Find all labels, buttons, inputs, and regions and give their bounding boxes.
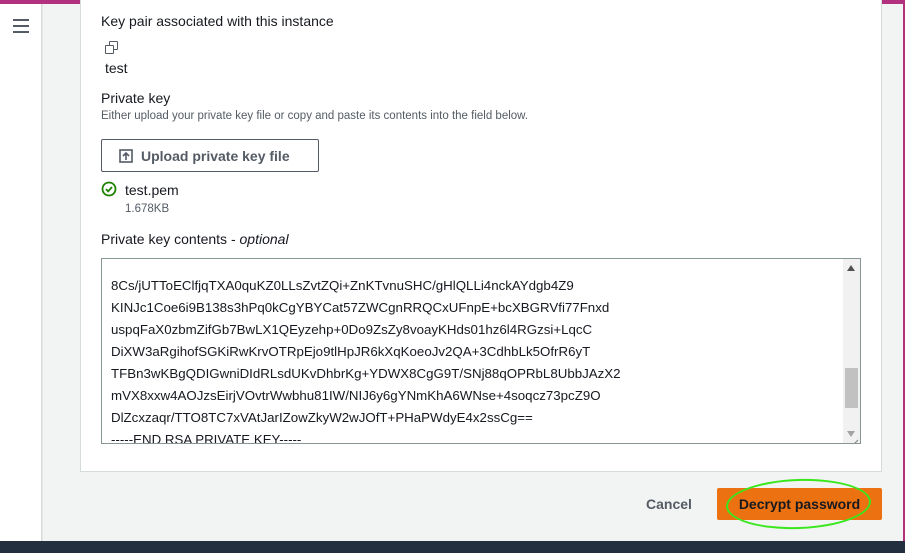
textarea-line: TFBn3wKBgQDIGwniDIdRLsdUKvDhbrKg+YDWX8Cg… — [111, 366, 621, 381]
contents-label-text: Private key contents - — [101, 231, 236, 247]
decrypt-password-button[interactable]: Decrypt password — [717, 488, 882, 520]
scroll-up-arrow-icon[interactable] — [847, 265, 855, 271]
footer-bar — [0, 541, 905, 553]
textarea-content: 8Cs/jUTToEClfjqTXA0quKZ0LLsZvtZQi+ZnKTvn… — [111, 259, 840, 444]
textarea-line: mVX8xxw4AOJzsEirjVOvtrWwbhu81IW/NIJ6y6gY… — [111, 388, 601, 403]
textarea-scrollbar[interactable] — [843, 259, 860, 443]
key-pair-label: Key pair associated with this instance — [101, 13, 334, 29]
menu-icon[interactable] — [13, 19, 29, 33]
main-content: Key pair associated with this instance t… — [43, 0, 903, 541]
private-key-contents-label: Private key contents - optional — [101, 231, 289, 247]
copy-icon[interactable] — [105, 41, 119, 55]
uploaded-file-name: test.pem — [125, 182, 179, 198]
upload-private-key-button[interactable]: Upload private key file — [101, 139, 319, 172]
side-navigation-rail — [0, 4, 42, 541]
resize-grip-icon[interactable] — [851, 434, 859, 443]
check-circle-icon — [101, 181, 117, 197]
optional-tag: optional — [239, 231, 289, 247]
private-key-contents-textarea[interactable]: 8Cs/jUTToEClfjqTXA0quKZ0LLsZvtZQi+ZnKTvn… — [101, 258, 861, 444]
textarea-line: DlZcxzaqr/TTO8TC7xVAtJarIZowZkyW2wJOfT+P… — [111, 410, 533, 425]
scroll-thumb[interactable] — [845, 368, 858, 408]
textarea-line: -----END RSA PRIVATE KEY----- — [111, 432, 302, 444]
upload-icon — [119, 148, 133, 163]
textarea-line: 8Cs/jUTToEClfjqTXA0quKZ0LLsZvtZQi+ZnKTvn… — [111, 278, 574, 293]
private-key-label: Private key — [101, 90, 171, 106]
textarea-line-partial — [111, 259, 840, 275]
textarea-line: KINJc1Coe6i9B138s3hPq0kCgYBYCat57ZWCgnRR… — [111, 300, 610, 315]
uploaded-file-size: 1.678KB — [125, 203, 170, 215]
upload-button-label: Upload private key file — [141, 147, 290, 164]
textarea-line: uspqFaX0zbmZifGb7BwLX1QEyzehp+0Do9ZsZy8v… — [111, 322, 593, 337]
decrypt-password-panel: Key pair associated with this instance t… — [80, 0, 882, 472]
private-key-description: Either upload your private key file or c… — [101, 110, 529, 122]
textarea-line: DiXW3aRgihofSGKiRwKrvOTRpEjo9tlHpJR6kXqK… — [111, 344, 591, 359]
cancel-button[interactable]: Cancel — [629, 488, 709, 520]
key-pair-name: test — [105, 60, 128, 76]
